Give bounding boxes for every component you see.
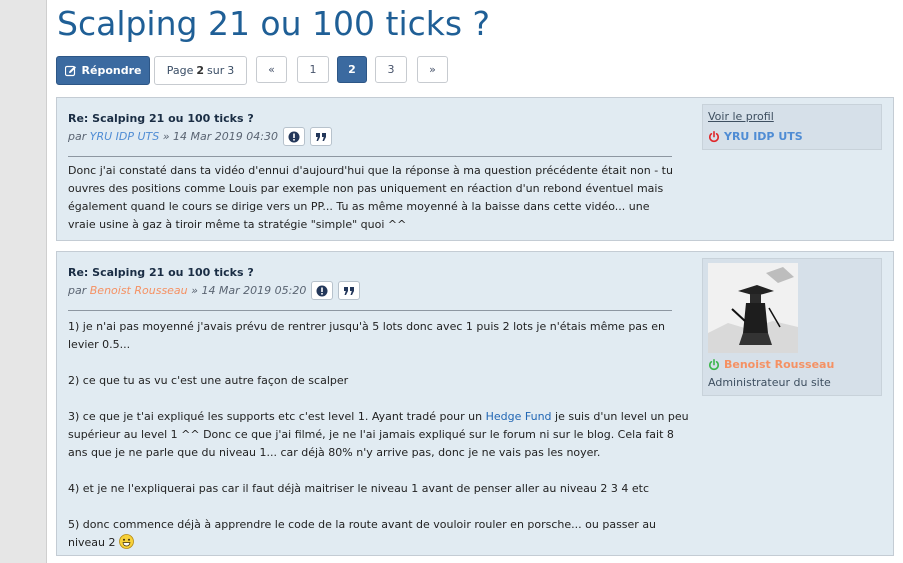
power-icon	[709, 358, 719, 370]
power-icon	[709, 130, 719, 142]
quote-button[interactable]	[338, 281, 361, 300]
pagination-page-1[interactable]: 1	[297, 56, 329, 83]
exclamation-circle-icon	[316, 285, 328, 296]
page-indicator[interactable]: Page 2 sur 3	[154, 56, 247, 85]
post-date: » 14 Mar 2019 05:20	[191, 284, 307, 297]
page-prefix: Page	[166, 64, 194, 77]
left-rail-divider	[46, 0, 47, 563]
pencil-square-icon	[64, 65, 76, 76]
post-profile: Benoist Rousseau Administrateur du site	[702, 258, 882, 396]
pagination-prev-button[interactable]: «	[256, 56, 287, 83]
post-profile: Voir le profil YRU IDP UTS	[702, 104, 882, 150]
pagination-next-button[interactable]: »	[417, 56, 448, 83]
post-divider	[68, 310, 672, 311]
page-total: 3	[227, 64, 235, 77]
samurai-avatar-image	[708, 263, 798, 353]
post: Re: Scalping 21 ou 100 ticks ? par Benoi…	[56, 251, 894, 556]
post-body-paragraph: 4) et je ne l'expliquerai pas car il fau…	[68, 482, 650, 495]
post-body-paragraph: 3) ce que je t'ai expliqué les supports …	[68, 408, 693, 462]
quote-icon	[344, 286, 355, 295]
left-rail	[0, 0, 46, 563]
post-body-paragraph: 5) donc commence déjà à apprendre le cod…	[68, 516, 693, 552]
post-body-paragraph: 1) je n'ai pas moyenné j'avais prévu de …	[68, 320, 666, 351]
profile-username-label: YRU IDP UTS	[724, 130, 803, 143]
post-content: Donc j'ai constaté dans ta vidéo d'ennui…	[68, 162, 678, 234]
post-byline: par Benoist Rousseau » 14 Mar 2019 05:20	[68, 281, 361, 300]
post-subject[interactable]: Re: Scalping 21 ou 100 ticks ?	[68, 266, 254, 279]
pagination-page-2-current[interactable]: 2	[337, 56, 367, 83]
page-current: 2	[196, 64, 205, 77]
byline-prefix: par	[68, 284, 87, 297]
profile-username[interactable]: YRU IDP UTS	[708, 130, 803, 143]
report-button[interactable]	[311, 281, 334, 300]
grinning-face-icon	[119, 534, 134, 549]
report-button[interactable]	[283, 127, 305, 146]
pagination-page-3[interactable]: 3	[375, 56, 407, 83]
profile-username[interactable]: Benoist Rousseau	[708, 358, 834, 371]
byline-prefix: par	[68, 130, 87, 143]
post-author-link[interactable]: Benoist Rousseau	[90, 284, 188, 297]
profile-username-label: Benoist Rousseau	[724, 358, 835, 371]
quote-button[interactable]	[310, 127, 332, 146]
profile-role: Administrateur du site	[708, 376, 831, 389]
post-content: 1) je n'ai pas moyenné j'avais prévu de …	[68, 318, 693, 552]
quote-icon	[316, 132, 326, 141]
paragraph-text: 3) ce que je t'ai expliqué les supports …	[68, 410, 483, 423]
post-body-paragraph: 2) ce que tu as vu c'est une autre façon…	[68, 374, 349, 387]
post-author-link[interactable]: YRU IDP UTS	[90, 130, 160, 143]
page-middle: sur	[207, 64, 225, 77]
topic-title[interactable]: Scalping 21 ou 100 ticks ?	[57, 4, 490, 43]
post-body-paragraph: Donc j'ai constaté dans ta vidéo d'ennui…	[68, 164, 673, 231]
post-divider	[68, 156, 672, 157]
post: Re: Scalping 21 ou 100 ticks ? par YRU I…	[56, 97, 894, 241]
hedge-fund-link[interactable]: Hedge Fund	[486, 410, 552, 423]
avatar[interactable]	[708, 263, 798, 353]
post-date: » 14 Mar 2019 04:30	[162, 130, 278, 143]
reply-button-label: Répondre	[81, 64, 142, 77]
reply-button[interactable]: Répondre	[56, 56, 150, 85]
view-profile-link[interactable]: Voir le profil	[708, 110, 774, 123]
post-byline: par YRU IDP UTS » 14 Mar 2019 04:30	[68, 127, 332, 146]
exclamation-circle-icon	[288, 131, 300, 142]
post-subject[interactable]: Re: Scalping 21 ou 100 ticks ?	[68, 112, 254, 125]
paragraph-text: 5) donc commence déjà à apprendre le cod…	[68, 518, 657, 549]
